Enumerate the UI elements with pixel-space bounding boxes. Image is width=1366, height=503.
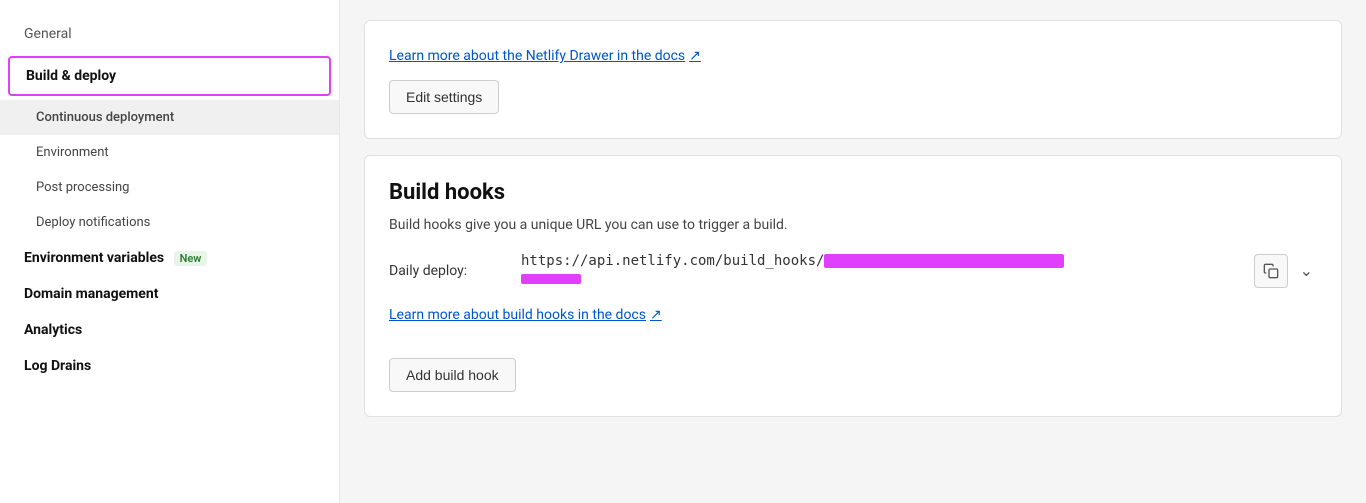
hook-url-prefix: https://api.netlify.com/build_hooks/ xyxy=(521,253,824,269)
sidebar-item-build-deploy[interactable]: Build & deploy xyxy=(8,56,331,96)
build-hooks-docs-link[interactable]: Learn more about build hooks in the docs… xyxy=(389,307,662,323)
build-hooks-card: Build hooks Build hooks give you a uniqu… xyxy=(364,155,1342,417)
sidebar-item-general[interactable]: General xyxy=(0,16,339,52)
sidebar-item-domain-management[interactable]: Domain management xyxy=(0,276,339,312)
external-link-icon: ↗ xyxy=(689,48,701,64)
external-link-icon-2: ↗ xyxy=(650,307,662,323)
sidebar-item-deploy-notifications[interactable]: Deploy notifications xyxy=(0,205,339,240)
add-build-hook-button[interactable]: Add build hook xyxy=(389,358,516,392)
daily-deploy-row: Daily deploy: https://api.netlify.com/bu… xyxy=(389,253,1317,288)
netlify-drawer-docs-link[interactable]: Learn more about the Netlify Drawer in t… xyxy=(389,48,701,64)
sidebar-item-environment[interactable]: Environment xyxy=(0,135,339,170)
sidebar-item-analytics[interactable]: Analytics xyxy=(0,312,339,348)
sidebar: General Build & deploy Continuous deploy… xyxy=(0,0,340,503)
edit-settings-button[interactable]: Edit settings xyxy=(389,80,499,114)
hook-url: https://api.netlify.com/build_hooks/ xyxy=(521,253,1242,269)
sidebar-item-environment-variables[interactable]: Environment variables New xyxy=(0,240,339,276)
sidebar-item-post-processing[interactable]: Post processing xyxy=(0,170,339,205)
daily-deploy-label: Daily deploy: xyxy=(389,263,509,279)
hook-actions: ⌄ xyxy=(1254,254,1317,288)
copy-url-button[interactable] xyxy=(1254,254,1288,288)
hook-url-masked-part xyxy=(824,254,1064,268)
hook-url-masked-small xyxy=(521,274,581,284)
expand-hook-button[interactable]: ⌄ xyxy=(1296,257,1317,285)
sidebar-item-log-drains[interactable]: Log Drains xyxy=(0,348,339,384)
main-content: Learn more about the Netlify Drawer in t… xyxy=(340,0,1366,503)
build-hooks-description: Build hooks give you a unique URL you ca… xyxy=(389,217,1317,233)
build-hooks-title: Build hooks xyxy=(389,180,1317,205)
hook-url-container: https://api.netlify.com/build_hooks/ xyxy=(521,253,1242,288)
new-badge: New xyxy=(174,251,208,266)
sidebar-item-continuous-deployment[interactable]: Continuous deployment xyxy=(0,100,339,135)
netlify-drawer-card: Learn more about the Netlify Drawer in t… xyxy=(364,20,1342,139)
